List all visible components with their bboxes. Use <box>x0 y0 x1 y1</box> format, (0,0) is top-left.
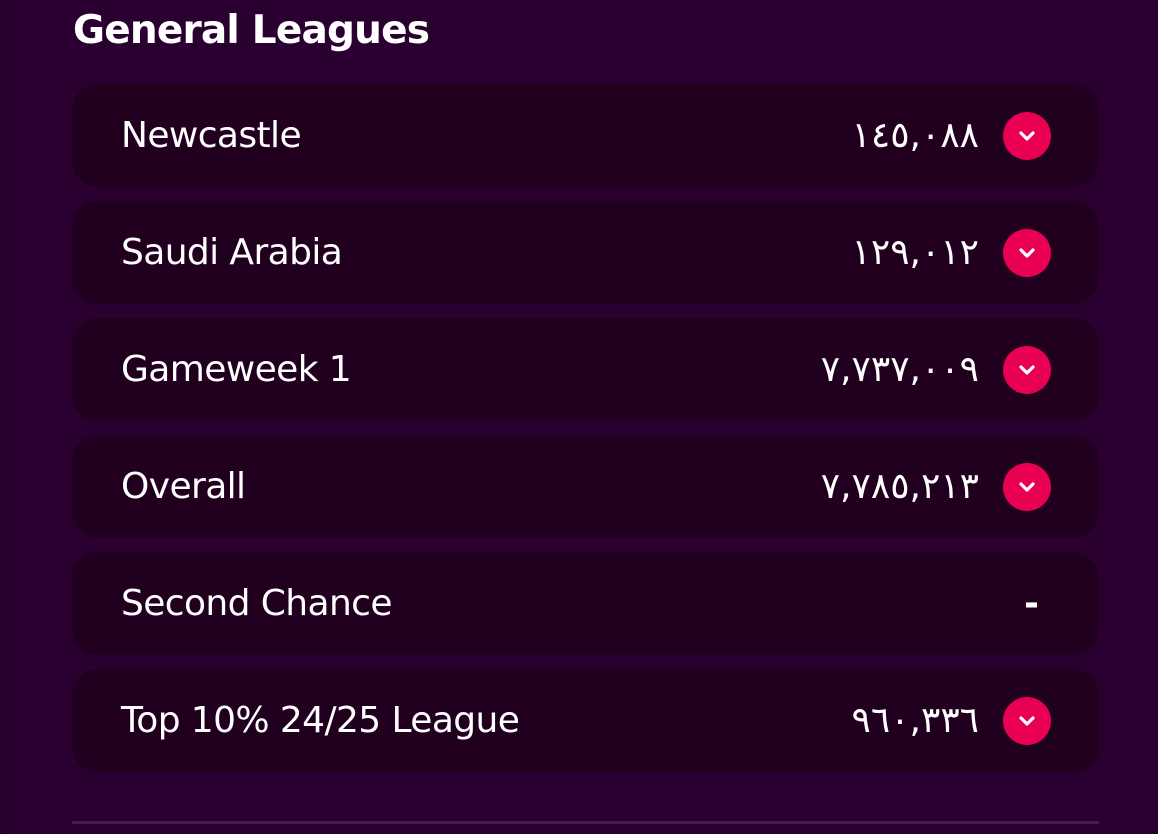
league-name: Overall <box>121 466 246 507</box>
league-row-saudi-arabia[interactable]: Saudi Arabia ١٢٩,٠١٢ <box>72 201 1099 304</box>
league-row-overall[interactable]: Overall ٧,٧٨٥,٢١٣ <box>72 435 1099 538</box>
chevron-down-icon <box>1003 228 1051 277</box>
league-rank: ٩٦٠,٣٣٦ <box>851 700 979 741</box>
league-name: Newcastle <box>121 115 302 156</box>
league-rank: - <box>1024 583 1039 624</box>
chevron-down-icon <box>1003 345 1051 394</box>
general-leagues-panel: General Leagues Newcastle ١٤٥,٠٨٨ Saudi … <box>0 0 1158 834</box>
chevron-down-icon <box>1003 111 1051 160</box>
chevron-down-icon <box>1003 462 1051 511</box>
league-row-top-10-percent[interactable]: Top 10% 24/25 League ٩٦٠,٣٣٦ <box>72 669 1099 772</box>
league-row-second-chance[interactable]: Second Chance - <box>72 552 1099 655</box>
league-row-gameweek-1[interactable]: Gameweek 1 ٧,٧٣٧,٠٠٩ <box>72 318 1099 421</box>
league-rank: ١٤٥,٠٨٨ <box>851 115 979 156</box>
league-name: Gameweek 1 <box>121 349 352 390</box>
league-name: Second Chance <box>121 583 393 624</box>
chevron-down-icon <box>1003 696 1051 745</box>
league-rank: ٧,٧٨٥,٢١٣ <box>820 466 979 507</box>
section-divider <box>72 821 1099 824</box>
league-list: Newcastle ١٤٥,٠٨٨ Saudi Arabia ١٢٩,٠١٢ G… <box>72 84 1099 786</box>
league-rank: ٧,٧٣٧,٠٠٩ <box>820 349 979 390</box>
league-name: Top 10% 24/25 League <box>121 700 520 741</box>
league-rank: ١٢٩,٠١٢ <box>851 232 979 273</box>
league-name: Saudi Arabia <box>121 232 343 273</box>
league-row-newcastle[interactable]: Newcastle ١٤٥,٠٨٨ <box>72 84 1099 187</box>
section-title: General Leagues <box>73 8 430 53</box>
